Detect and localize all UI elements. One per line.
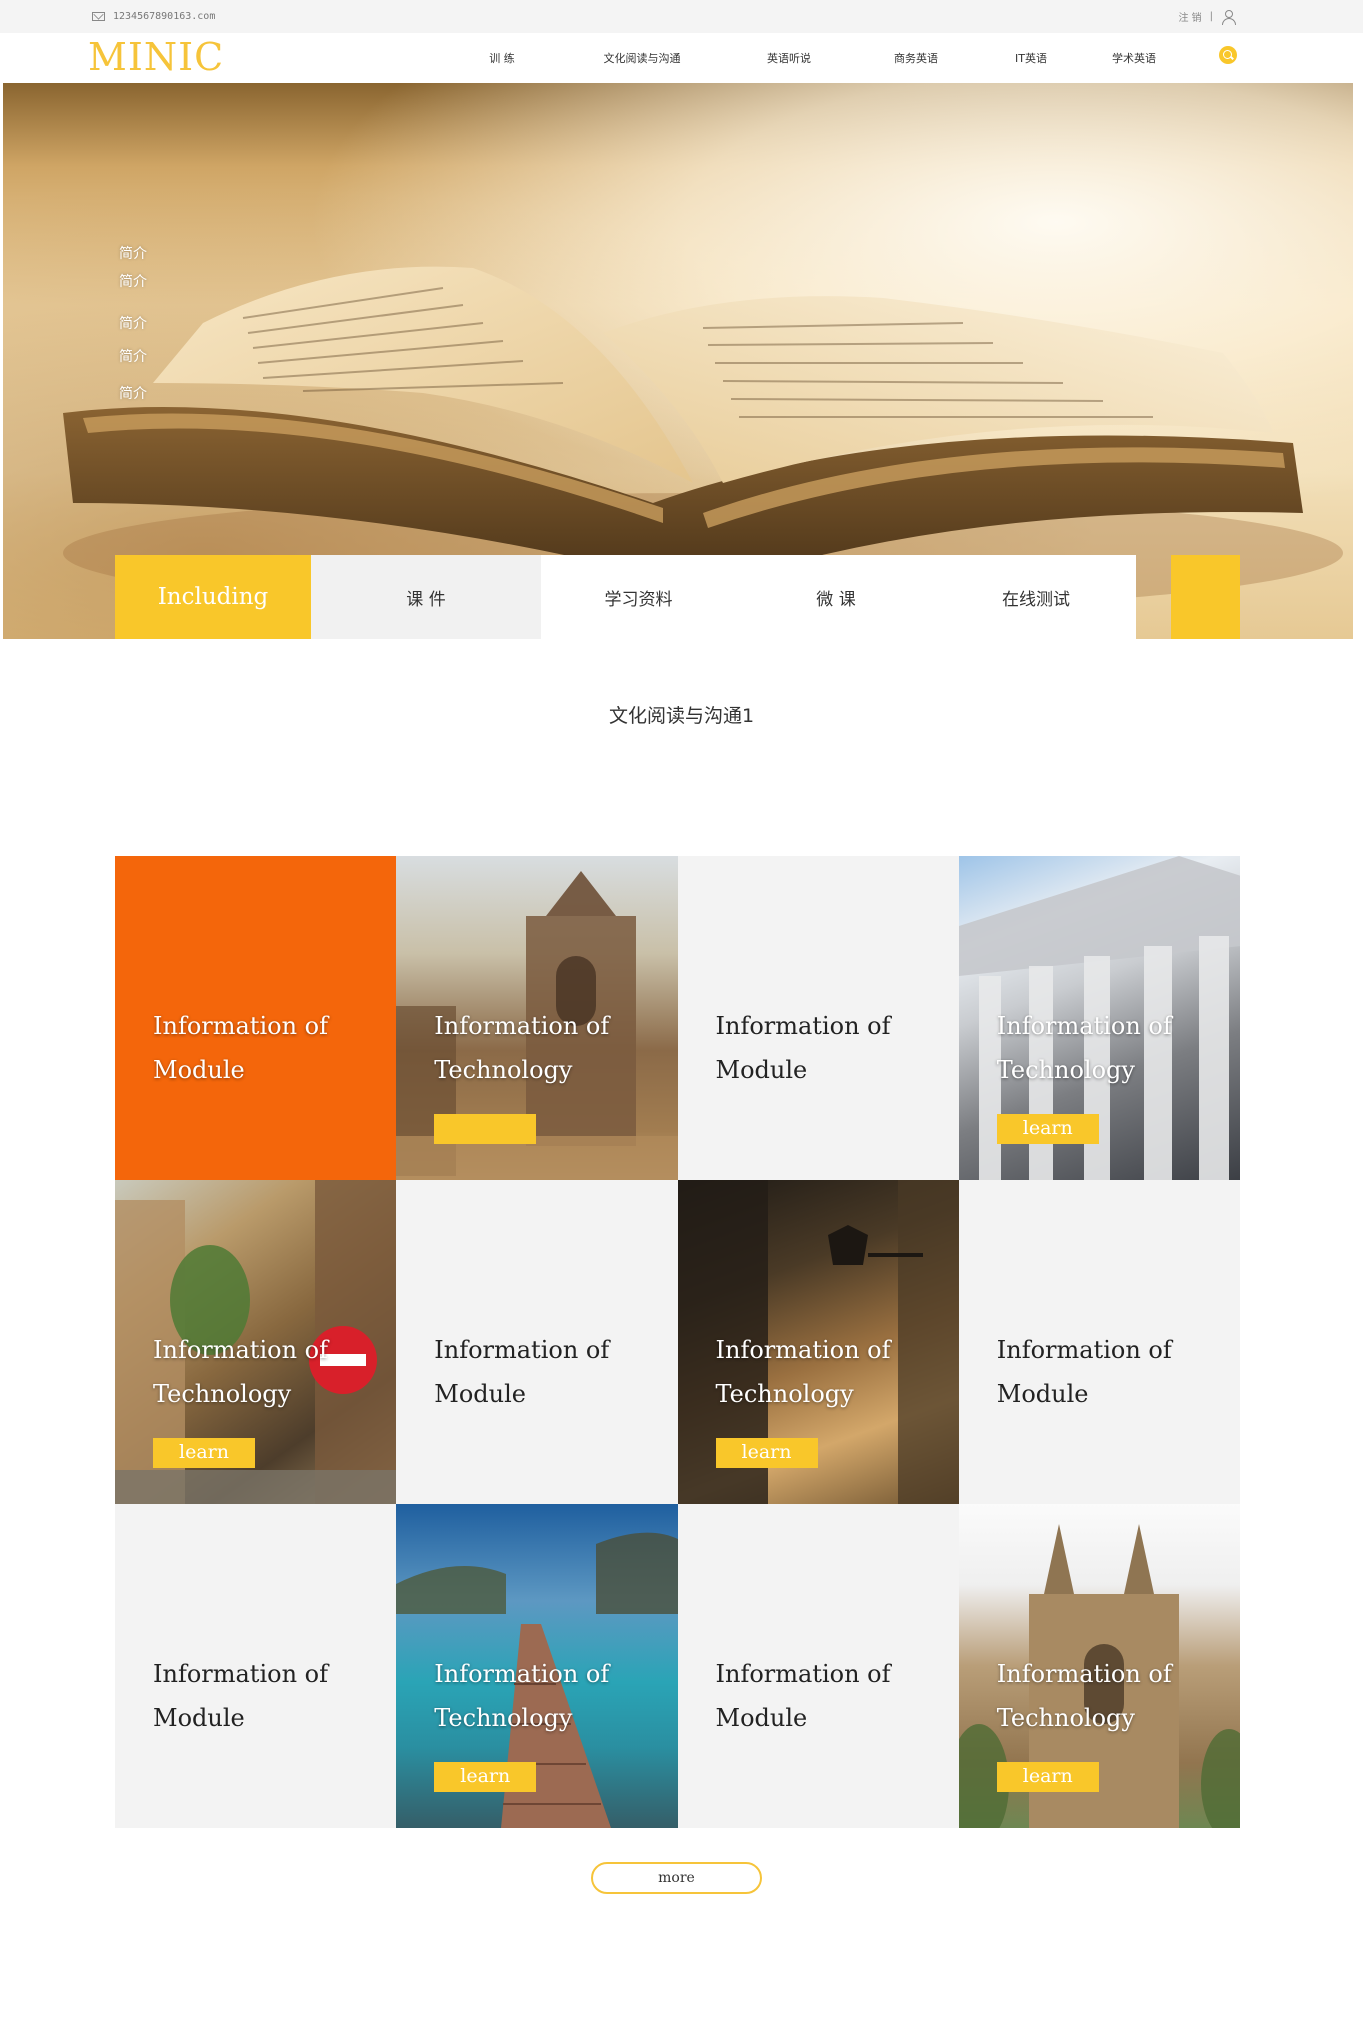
header: MINIC 训 练 文化阅读与沟通 英语听说 商务英语 IT英语 学术英语: [0, 33, 1363, 83]
nav-item-culture-reading[interactable]: 文化阅读与沟通: [604, 50, 681, 66]
mail-icon: [92, 12, 105, 21]
module-tile[interactable]: Information of Module: [396, 1180, 678, 1504]
tile-title-line1: Information of: [153, 1012, 328, 1040]
tile-title-line2: Technology: [996, 1704, 1135, 1732]
tile-title-line2: Technology: [996, 1056, 1135, 1084]
email-text: 1234567890163.com: [113, 11, 216, 22]
module-tile[interactable]: Information of Technology learn: [677, 1180, 959, 1504]
module-tile[interactable]: Information of Technology learn: [958, 856, 1240, 1180]
hero-link-intro[interactable]: 简介: [119, 383, 147, 403]
tile-title-line1: Information of: [996, 1012, 1172, 1040]
tile-title: Information of Module: [153, 1004, 328, 1092]
module-tile[interactable]: Information of Module: [115, 1504, 397, 1828]
nav-item-english-listening[interactable]: 英语听说: [767, 50, 811, 66]
top-bar: 1234567890163.com 注 销 |: [0, 0, 1363, 33]
tile-title-line1: Information of: [434, 1012, 610, 1040]
tile-title-line2: Technology: [434, 1056, 573, 1084]
tile-title: Information of Technology: [997, 1004, 1172, 1092]
tile-title-line2: Module: [153, 1056, 245, 1084]
module-tile[interactable]: Information of Module: [677, 856, 959, 1180]
nav-item-training[interactable]: 训 练: [489, 50, 515, 66]
module-tile[interactable]: Information of Module: [958, 1180, 1240, 1504]
learn-button[interactable]: learn: [996, 1114, 1099, 1144]
category-tabs: Including 课 件 学习资料 微 课 在线测试: [115, 555, 1240, 639]
tile-title-line2: Module: [153, 1704, 245, 1732]
tab-including[interactable]: Including: [115, 555, 311, 639]
section-title: 文化阅读与沟通1: [608, 705, 755, 727]
tile-title: Information of Module: [716, 1652, 891, 1740]
tab-courseware[interactable]: 课 件: [311, 555, 541, 639]
tile-title-line1: Information of: [434, 1336, 610, 1364]
module-tile[interactable]: Information of Technology: [396, 856, 678, 1180]
tile-title-line2: Technology: [434, 1704, 573, 1732]
module-tile[interactable]: Information of Technology learn: [396, 1504, 678, 1828]
tile-title: Information of Technology: [434, 1652, 609, 1740]
tile-title: Information of Module: [434, 1328, 609, 1416]
learn-button[interactable]: learn: [996, 1762, 1099, 1792]
module-tile[interactable]: Information of Technology learn: [958, 1504, 1240, 1828]
nav-item-it-english[interactable]: IT英语: [1015, 50, 1047, 66]
tile-title-line1: Information of: [434, 1660, 610, 1688]
tile-title-line2: Module: [715, 1704, 808, 1732]
tile-title-line1: Information of: [715, 1336, 891, 1364]
learn-button[interactable]: learn: [153, 1438, 255, 1468]
user-icon[interactable]: [1221, 9, 1236, 25]
learn-button[interactable]: learn: [434, 1762, 537, 1792]
tile-title-line2: Technology: [153, 1380, 292, 1408]
tile-title: Information of Technology: [997, 1652, 1172, 1740]
more-button[interactable]: more: [591, 1862, 762, 1894]
tab-end-block: [1171, 555, 1240, 639]
tile-title: Information of Module: [997, 1328, 1172, 1416]
hero-link-intro[interactable]: 简介: [119, 271, 147, 291]
tile-title-line2: Module: [434, 1380, 526, 1408]
hero-link-intro[interactable]: 简介: [119, 243, 147, 263]
tile-title-line1: Information of: [715, 1012, 891, 1040]
tile-title-line2: Technology: [715, 1380, 854, 1408]
tab-micro-lesson[interactable]: 微 课: [736, 555, 936, 639]
tile-title-line1: Information of: [153, 1660, 328, 1688]
module-tile[interactable]: Information of Technology learn: [115, 1180, 397, 1504]
tile-title-line2: Module: [715, 1056, 808, 1084]
tile-title-line2: Module: [996, 1380, 1089, 1408]
tile-title-line1: Information of: [996, 1336, 1172, 1364]
nav-item-business-english[interactable]: 商务英语: [894, 50, 938, 66]
hero-link-intro[interactable]: 简介: [119, 313, 147, 333]
tile-title: Information of Module: [153, 1652, 328, 1740]
tile-title-line1: Information of: [715, 1660, 891, 1688]
tile-title: Information of Technology: [716, 1328, 891, 1416]
nav-item-academic-english[interactable]: 学术英语: [1112, 50, 1156, 66]
tile-title-line1: Information of: [153, 1336, 328, 1364]
hero-link-intro[interactable]: 简介: [119, 346, 147, 366]
account-area: 注 销 |: [1178, 9, 1236, 25]
tile-title: Information of Technology: [153, 1328, 328, 1416]
main-nav: 训 练 文化阅读与沟通 英语听说 商务英语 IT英语 学术英语: [0, 33, 1363, 83]
tab-study-materials[interactable]: 学习资料: [541, 555, 736, 639]
logout-link[interactable]: 注 销: [1178, 9, 1201, 24]
learn-button[interactable]: [434, 1114, 537, 1144]
divider: |: [1209, 11, 1213, 22]
module-grid: Information of Module Information of Techn…: [115, 856, 1240, 1828]
tab-online-test[interactable]: 在线测试: [936, 555, 1136, 639]
contact-email: 1234567890163.com: [92, 11, 215, 22]
search-icon[interactable]: [1219, 46, 1237, 64]
module-tile[interactable]: Information of Module: [677, 1504, 959, 1828]
learn-button[interactable]: learn: [715, 1438, 818, 1468]
tile-title-line1: Information of: [996, 1660, 1172, 1688]
tile-title: Information of Technology: [434, 1004, 609, 1092]
tile-title: Information of Module: [716, 1004, 891, 1092]
module-tile[interactable]: Information of Module: [115, 856, 397, 1180]
